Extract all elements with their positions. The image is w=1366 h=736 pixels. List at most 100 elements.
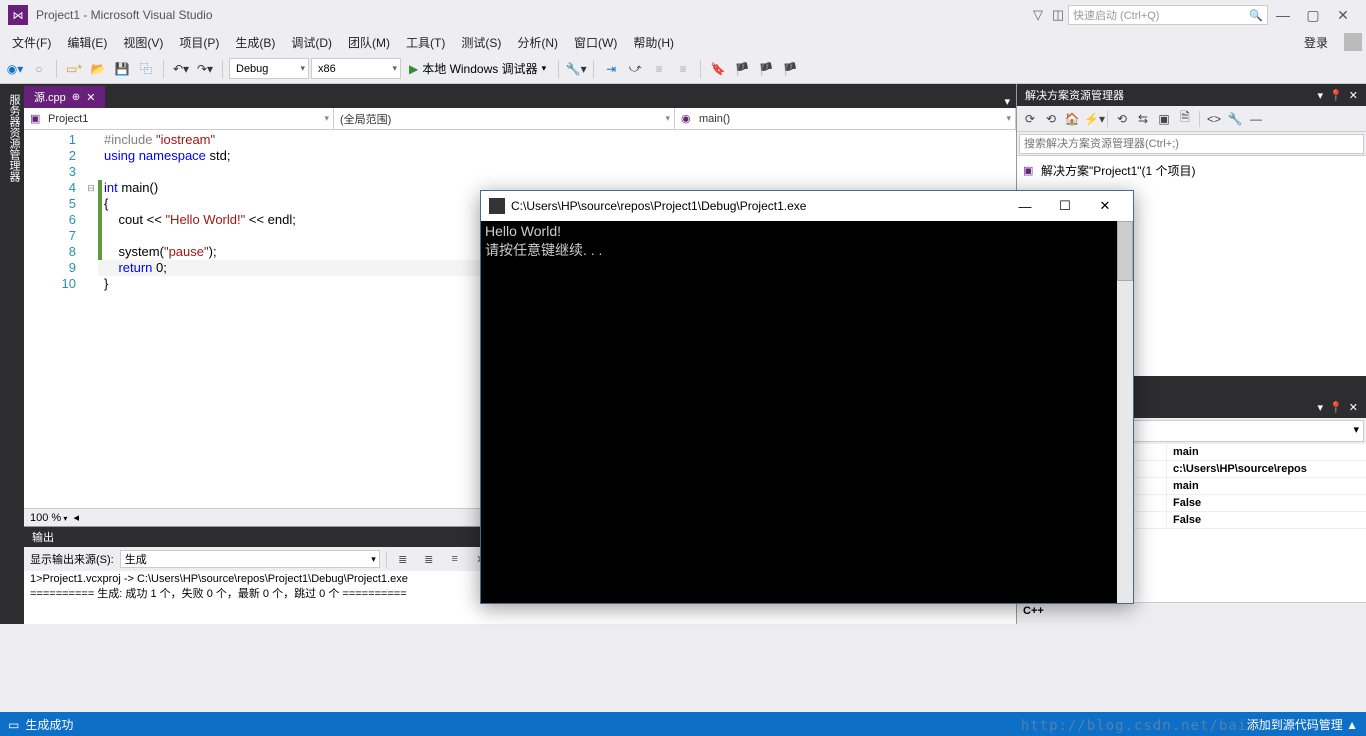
login-link[interactable]: 登录 [1294, 32, 1338, 53]
menu-view[interactable]: 视图(V) [115, 32, 171, 53]
nav-project-dropdown[interactable]: ▣ Project1 [24, 108, 334, 129]
tab-close-icon[interactable]: ✕ [86, 91, 95, 104]
step-over-button[interactable]: ⤻ [624, 58, 646, 80]
titlebar: ⋈ Project1 - Microsoft Visual Studio ▽ ◫… [0, 0, 1366, 30]
console-titlebar[interactable]: C:\Users\HP\source\repos\Project1\Debug\… [481, 191, 1133, 221]
console-scrollbar[interactable] [1117, 221, 1133, 603]
menu-window[interactable]: 窗口(W) [566, 32, 625, 53]
console-close-button[interactable]: ✕ [1085, 198, 1125, 214]
menu-edit[interactable]: 编辑(E) [59, 32, 115, 53]
server-explorer-tab[interactable]: 服务器资源管理器 [6, 90, 22, 618]
output-btn-3[interactable]: ≡ [445, 553, 465, 565]
se-back-button[interactable]: ⟳ [1021, 112, 1039, 126]
menu-help[interactable]: 帮助(H) [625, 32, 682, 53]
menu-build[interactable]: 生成(B) [227, 32, 283, 53]
props-category: C++ [1017, 602, 1366, 624]
code-nav-bar: ▣ Project1 (全局范围) ◉ main() [24, 108, 1016, 130]
outdent-button[interactable]: ≡ [672, 58, 694, 80]
maximize-button[interactable]: ▢ [1298, 7, 1328, 24]
console-maximize-button[interactable]: ☐ [1045, 198, 1085, 214]
window-title: Project1 - Microsoft Visual Studio [36, 8, 213, 22]
se-sync-button[interactable]: ⚡▾ [1084, 112, 1102, 126]
se-close-icon[interactable]: ✕ [1349, 89, 1358, 102]
fold-gutter[interactable]: ⊟ [84, 130, 98, 508]
config-dropdown[interactable]: Debug [229, 58, 309, 79]
props-close-icon[interactable]: ✕ [1349, 401, 1358, 414]
se-dropdown-icon[interactable]: ▾ [1318, 89, 1324, 102]
se-more-button[interactable]: — [1247, 112, 1265, 126]
function-icon: ◉ [681, 112, 695, 126]
menu-analyze[interactable]: 分析(N) [509, 32, 566, 53]
avatar-icon[interactable] [1344, 33, 1362, 51]
status-icon: ▭ [8, 718, 19, 732]
output-source-dropdown[interactable]: 生成 [120, 550, 380, 568]
console-minimize-button[interactable]: — [1005, 199, 1045, 214]
menu-team[interactable]: 团队(M) [340, 32, 398, 53]
run-button[interactable]: ▶ 本地 Windows 调试器 ▾ [403, 60, 552, 77]
console-title: C:\Users\HP\source\repos\Project1\Debug\… [511, 199, 806, 213]
nav-back-button[interactable]: ◉▾ [4, 58, 26, 80]
solution-explorer-header: 解决方案资源管理器 ▾📍✕ [1017, 84, 1366, 106]
nav-function-dropdown[interactable]: ◉ main() [675, 108, 1016, 129]
quick-launch-placeholder: 快速启动 (Ctrl+Q) [1073, 7, 1159, 23]
quick-launch-input[interactable]: 快速启动 (Ctrl+Q) 🔍 [1068, 5, 1268, 25]
se-fwd-button[interactable]: ⟲ [1042, 112, 1060, 126]
tab-label: 源.cpp [34, 89, 66, 105]
flag3-button[interactable]: 🏴 [779, 58, 801, 80]
pin-icon[interactable]: ⊕ [72, 92, 80, 103]
flag2-button[interactable]: 🏴 [755, 58, 777, 80]
line-gutter: 123 456 789 10 [24, 130, 84, 508]
output-btn-1[interactable]: ≣ [393, 553, 413, 566]
se-search-input[interactable] [1019, 134, 1364, 154]
output-btn-2[interactable]: ≣ [419, 553, 439, 566]
menu-project[interactable]: 项目(P) [171, 32, 227, 53]
redo-button[interactable]: ↷▾ [194, 58, 216, 80]
menu-debug[interactable]: 调试(D) [283, 32, 340, 53]
menu-file[interactable]: 文件(F) [4, 32, 59, 53]
indent-button[interactable]: ≡ [648, 58, 670, 80]
run-label: 本地 Windows 调试器 [422, 60, 537, 77]
solution-root-node[interactable]: ▣ 解决方案"Project1"(1 个项目) [1023, 160, 1360, 181]
solution-explorer-toolbar: ⟳ ⟲ 🏠 ⚡▾ ⟲ ⇆ ▣ 🗎 <> 🔧 — [1017, 106, 1366, 132]
close-button[interactable]: ✕ [1328, 7, 1358, 24]
notification-icon[interactable]: ▽ [1028, 7, 1048, 23]
left-sidebar: 服务器资源管理器 工具箱 [0, 84, 24, 624]
se-code-button[interactable]: <> [1205, 112, 1223, 126]
hscroll-left[interactable]: ◂ [73, 511, 79, 524]
zoom-dropdown[interactable]: 100 % [30, 512, 67, 524]
menu-tools[interactable]: 工具(T) [398, 32, 453, 53]
se-wrench-button[interactable]: 🔧 [1226, 112, 1244, 126]
props-pin-icon[interactable]: 📍 [1329, 401, 1343, 414]
open-file-button[interactable]: 📂 [87, 58, 109, 80]
se-refresh-button[interactable]: ⟲ [1113, 112, 1131, 126]
se-home-button[interactable]: 🏠 [1063, 112, 1081, 126]
publish-icon[interactable]: ▲ [1346, 718, 1358, 732]
nav-scope-dropdown[interactable]: (全局范围) [334, 108, 675, 129]
watermark: http://blog.csdn.net/baisl [1021, 718, 1266, 734]
console-output[interactable]: Hello World! 请按任意键继续. . . [481, 221, 1133, 603]
save-all-button[interactable]: ⿻ [135, 58, 157, 80]
console-window: C:\Users\HP\source\repos\Project1\Debug\… [480, 190, 1134, 604]
save-button[interactable]: 💾 [111, 58, 133, 80]
menu-test[interactable]: 测试(S) [453, 32, 509, 53]
bookmark-button[interactable]: 🔖 [707, 58, 729, 80]
tab-overflow-button[interactable]: ▾ [998, 95, 1016, 108]
nav-fwd-button[interactable]: ○ [28, 58, 50, 80]
feedback-icon[interactable]: ◫ [1048, 7, 1068, 23]
toolbar-btn-1[interactable]: 🔧▾ [565, 58, 587, 80]
step-into-button[interactable]: ⇥ [600, 58, 622, 80]
console-icon [489, 198, 505, 214]
props-dropdown-icon[interactable]: ▾ [1318, 401, 1324, 414]
new-project-button[interactable]: ▭* [63, 58, 85, 80]
platform-dropdown[interactable]: x86 [311, 58, 401, 79]
se-showall-button[interactable]: ▣ [1155, 112, 1173, 126]
editor-tab-source[interactable]: 源.cpp ⊕ ✕ [24, 86, 105, 108]
minimize-button[interactable]: — [1268, 7, 1298, 23]
se-pin-icon[interactable]: 📍 [1329, 89, 1343, 102]
search-icon: 🔍 [1249, 9, 1263, 22]
se-properties-button[interactable]: 🗎 [1176, 108, 1194, 129]
se-collapse-button[interactable]: ⇆ [1134, 112, 1152, 126]
undo-button[interactable]: ↶▾ [170, 58, 192, 80]
flag-button[interactable]: 🏴 [731, 58, 753, 80]
main-toolbar: ◉▾ ○ ▭* 📂 💾 ⿻ ↶▾ ↷▾ Debug x86 ▶ 本地 Windo… [0, 54, 1366, 84]
